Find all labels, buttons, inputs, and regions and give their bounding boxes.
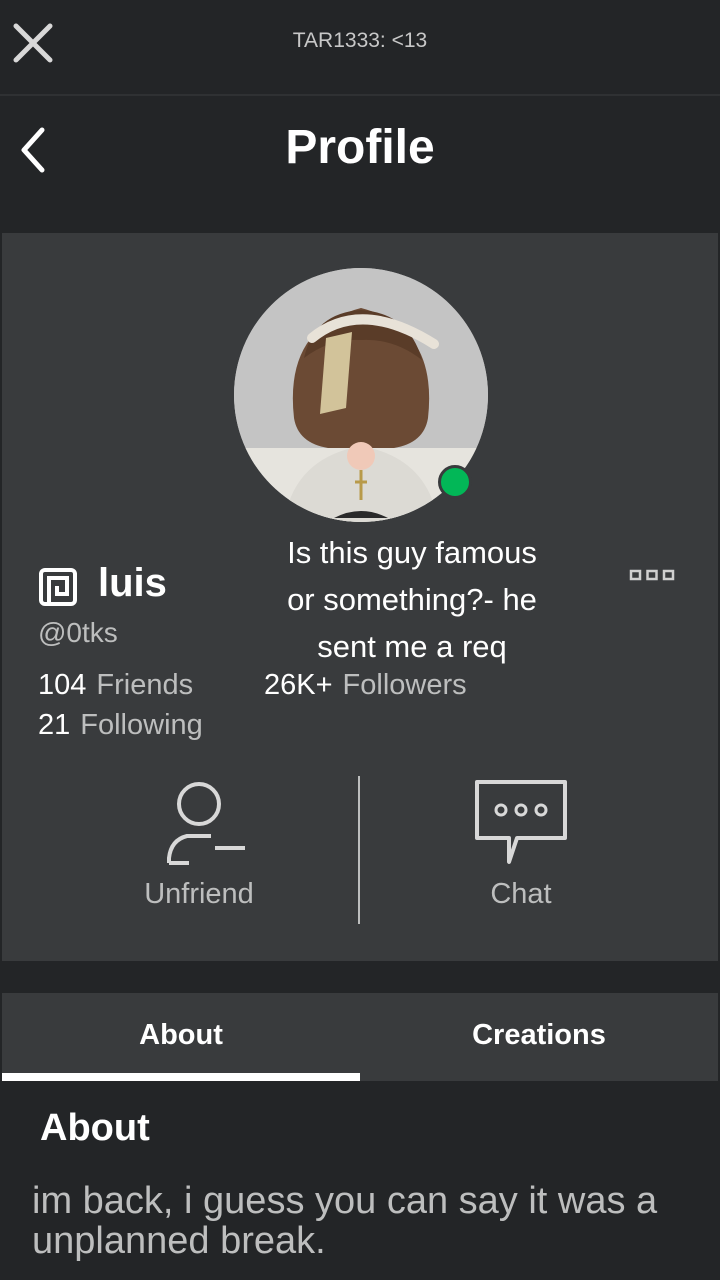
unfriend-icon — [167, 782, 245, 865]
followers-count: 26K+ — [264, 669, 333, 701]
unfriend-button[interactable]: Unfriend — [84, 778, 314, 928]
followers-label: Followers — [342, 669, 467, 701]
top-bar: TAR1333: <13 — [0, 0, 720, 96]
premium-icon — [38, 567, 78, 607]
tab-about-label: About — [139, 1019, 223, 1051]
caption-overlay: Is this guy famous or something?- he sen… — [252, 529, 572, 670]
followers-stat[interactable]: 26K+ Followers — [264, 669, 467, 702]
caption-line: Is this guy famous — [287, 535, 537, 570]
tab-selected-indicator — [2, 1073, 360, 1081]
following-stat[interactable]: 21 Following — [38, 709, 203, 742]
profile-tabs: About Creations — [2, 993, 718, 1081]
profile-card: luis @0tks Is this guy famous or somethi… — [2, 233, 718, 961]
tab-about[interactable]: About — [2, 993, 360, 1081]
tab-creations-label: Creations — [472, 1019, 606, 1051]
caption-line: or something?- he — [287, 582, 537, 617]
friends-count: 104 — [38, 669, 87, 701]
action-divider — [358, 776, 360, 924]
following-label: Following — [80, 709, 203, 741]
profile-screen: TAR1333: <13 Profile luis @0tks Is this … — [0, 0, 720, 1280]
online-status-icon — [438, 465, 472, 499]
page-title: Profile — [285, 121, 435, 174]
following-count: 21 — [38, 709, 71, 741]
about-heading: About — [40, 1107, 150, 1149]
friends-label: Friends — [96, 669, 194, 701]
unfriend-label: Unfriend — [144, 878, 254, 910]
more-options-icon[interactable] — [629, 568, 675, 582]
chat-button[interactable]: Chat — [406, 778, 636, 928]
page-header: Profile — [0, 98, 720, 230]
about-description: im back, i guess you can say it was a un… — [32, 1180, 658, 1262]
chat-icon — [475, 780, 567, 864]
caption-line: sent me a req — [317, 629, 507, 664]
username: @0tks — [38, 617, 118, 648]
tab-creations[interactable]: Creations — [360, 993, 718, 1081]
friends-stat[interactable]: 104 Friends — [38, 669, 193, 702]
about-section: About im back, i guess you can say it wa… — [0, 1081, 720, 1280]
display-name: luis — [98, 561, 167, 605]
chat-label: Chat — [490, 878, 552, 910]
window-title: TAR1333: <13 — [292, 29, 428, 52]
